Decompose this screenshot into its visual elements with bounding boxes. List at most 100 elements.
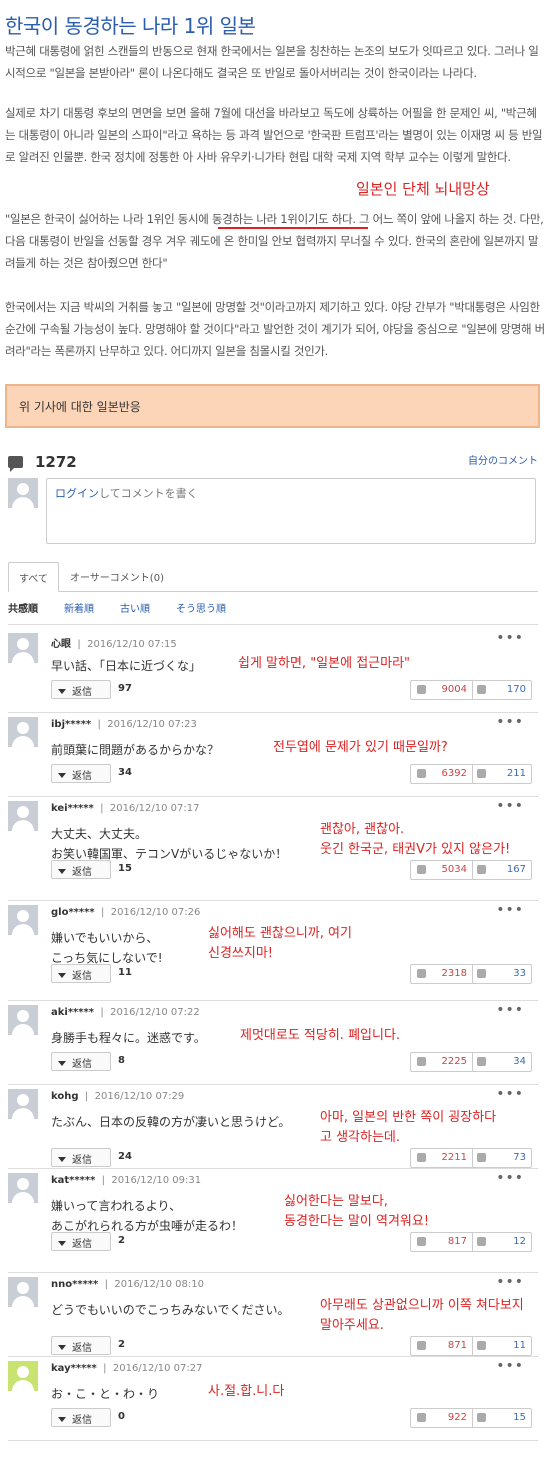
downvote-count: 211 — [506, 768, 526, 779]
divider — [8, 1272, 538, 1273]
divider — [8, 796, 538, 797]
comment-text: 身勝手も程々に。迷惑です。 — [51, 1031, 206, 1045]
more-options-icon[interactable]: ••• — [496, 1086, 524, 1102]
reply-count: 24 — [118, 1151, 132, 1162]
downvote-count: 73 — [513, 1152, 526, 1163]
more-options-icon[interactable]: ••• — [496, 1274, 524, 1290]
more-options-icon[interactable]: ••• — [496, 1002, 524, 1018]
comment-user[interactable]: nno***** — [51, 1279, 98, 1290]
more-options-icon[interactable]: ••• — [496, 1170, 524, 1186]
chevron-down-icon — [58, 973, 66, 978]
comment-translation: 아마, 일본의 반한 쪽이 굉장하다 고 생각하는데. — [320, 1110, 497, 1145]
avatar — [8, 1277, 38, 1307]
sort-options: 共感順 新着順 古い順 そう思う順 — [8, 600, 538, 620]
upvote-button[interactable]: 5034 — [411, 861, 473, 879]
reply-button[interactable]: 返信 — [51, 964, 111, 983]
reaction-banner: 위 기사에 대한 일본반응 — [5, 384, 540, 428]
reply-button[interactable]: 返信 — [51, 1232, 111, 1251]
sort-agree[interactable]: そう思う順 — [176, 600, 226, 615]
tab-author-comments[interactable]: オーサーコメント(0) — [60, 562, 174, 592]
reply-count: 34 — [118, 767, 132, 778]
reply-label: 返信 — [72, 867, 92, 878]
reply-count: 2 — [118, 1235, 125, 1246]
downvote-button[interactable]: 15 — [473, 1409, 531, 1427]
avatar — [8, 1005, 38, 1035]
login-link[interactable]: ログイン — [55, 487, 99, 500]
thumbs-down-icon — [477, 1057, 486, 1066]
reply-button[interactable]: 返信 — [51, 1148, 111, 1167]
comment-date: 2016/12/10 07:29 — [94, 1091, 185, 1102]
thumbs-down-icon — [477, 969, 486, 978]
reply-label: 返信 — [72, 1059, 92, 1070]
upvote-button[interactable]: 871 — [411, 1337, 473, 1355]
red-underline — [218, 227, 368, 229]
chevron-down-icon — [58, 689, 66, 694]
reply-button[interactable]: 返信 — [51, 860, 111, 879]
reply-button[interactable]: 返信 — [51, 764, 111, 783]
comment-meta: kei***** | 2016/12/10 07:17 — [51, 803, 200, 814]
downvote-button[interactable]: 211 — [473, 765, 531, 783]
sort-oldest[interactable]: 古い順 — [120, 600, 150, 615]
chevron-down-icon — [58, 1157, 66, 1162]
chevron-down-icon — [58, 1345, 66, 1350]
divider — [8, 712, 538, 713]
comment-input[interactable]: ログインしてコメントを書く — [46, 478, 536, 544]
my-comments-link[interactable]: 自分のコメント — [468, 452, 538, 467]
comment-user[interactable]: ibj***** — [51, 719, 91, 730]
comment-date: 2016/12/10 07:27 — [112, 1363, 203, 1374]
sort-newest[interactable]: 新着順 — [64, 600, 94, 615]
vote-buttons: 9004 170 — [410, 680, 532, 700]
upvote-button[interactable]: 2211 — [411, 1149, 473, 1167]
comment-user[interactable]: kay***** — [51, 1363, 97, 1374]
comment-user[interactable]: aki***** — [51, 1007, 94, 1018]
thumbs-up-icon — [417, 1153, 426, 1162]
reply-label: 返信 — [72, 1415, 92, 1426]
downvote-count: 34 — [513, 1056, 526, 1067]
reply-label: 返信 — [72, 1239, 92, 1250]
reply-button[interactable]: 返信 — [51, 680, 111, 699]
comment-user[interactable]: kohg — [51, 1091, 79, 1102]
comment-count: 1272 — [35, 453, 77, 471]
divider — [8, 1168, 538, 1169]
upvote-button[interactable]: 6392 — [411, 765, 473, 783]
reply-button[interactable]: 返信 — [51, 1408, 111, 1427]
comment-user[interactable]: kei***** — [51, 803, 94, 814]
downvote-button[interactable]: 33 — [473, 965, 531, 983]
downvote-button[interactable]: 170 — [473, 681, 531, 699]
downvote-button[interactable]: 11 — [473, 1337, 531, 1355]
comment-user[interactable]: kat***** — [51, 1175, 95, 1186]
comment-translation: 전두엽에 문제가 있기 때문일까? — [273, 740, 448, 755]
more-options-icon[interactable]: ••• — [496, 902, 524, 918]
reply-button[interactable]: 返信 — [51, 1052, 111, 1071]
comment-date: 2016/12/10 07:23 — [107, 719, 197, 730]
tab-all[interactable]: すべて — [8, 562, 59, 592]
comment-user[interactable]: glo***** — [51, 907, 95, 918]
more-options-icon[interactable]: ••• — [496, 630, 524, 646]
reply-label: 返信 — [72, 771, 92, 782]
downvote-button[interactable]: 73 — [473, 1149, 531, 1167]
downvote-button[interactable]: 167 — [473, 861, 531, 879]
comment-text: 嫌いでもいいから、 こっち気にしないで! — [51, 931, 163, 965]
comment-user[interactable]: 心眼 — [51, 639, 71, 650]
thumbs-down-icon — [477, 1153, 486, 1162]
reply-button[interactable]: 返信 — [51, 1336, 111, 1355]
downvote-count: 170 — [506, 684, 526, 695]
sort-empathy[interactable]: 共感順 — [8, 600, 38, 615]
upvote-button[interactable]: 9004 — [411, 681, 473, 699]
upvote-button[interactable]: 2318 — [411, 965, 473, 983]
downvote-count: 12 — [513, 1236, 526, 1247]
divider — [8, 1440, 538, 1441]
comment-tabs: すべて オーサーコメント(0) — [8, 562, 538, 592]
downvote-button[interactable]: 34 — [473, 1053, 531, 1071]
upvote-button[interactable]: 817 — [411, 1233, 473, 1251]
more-options-icon[interactable]: ••• — [496, 798, 524, 814]
downvote-button[interactable]: 12 — [473, 1233, 531, 1251]
comment-meta: nno***** | 2016/12/10 08:10 — [51, 1279, 204, 1290]
more-options-icon[interactable]: ••• — [496, 1358, 524, 1374]
upvote-button[interactable]: 2225 — [411, 1053, 473, 1071]
thumbs-down-icon — [477, 769, 486, 778]
more-options-icon[interactable]: ••• — [496, 714, 524, 730]
upvote-button[interactable]: 922 — [411, 1409, 473, 1427]
thumbs-up-icon — [417, 1237, 426, 1246]
chevron-down-icon — [58, 869, 66, 874]
